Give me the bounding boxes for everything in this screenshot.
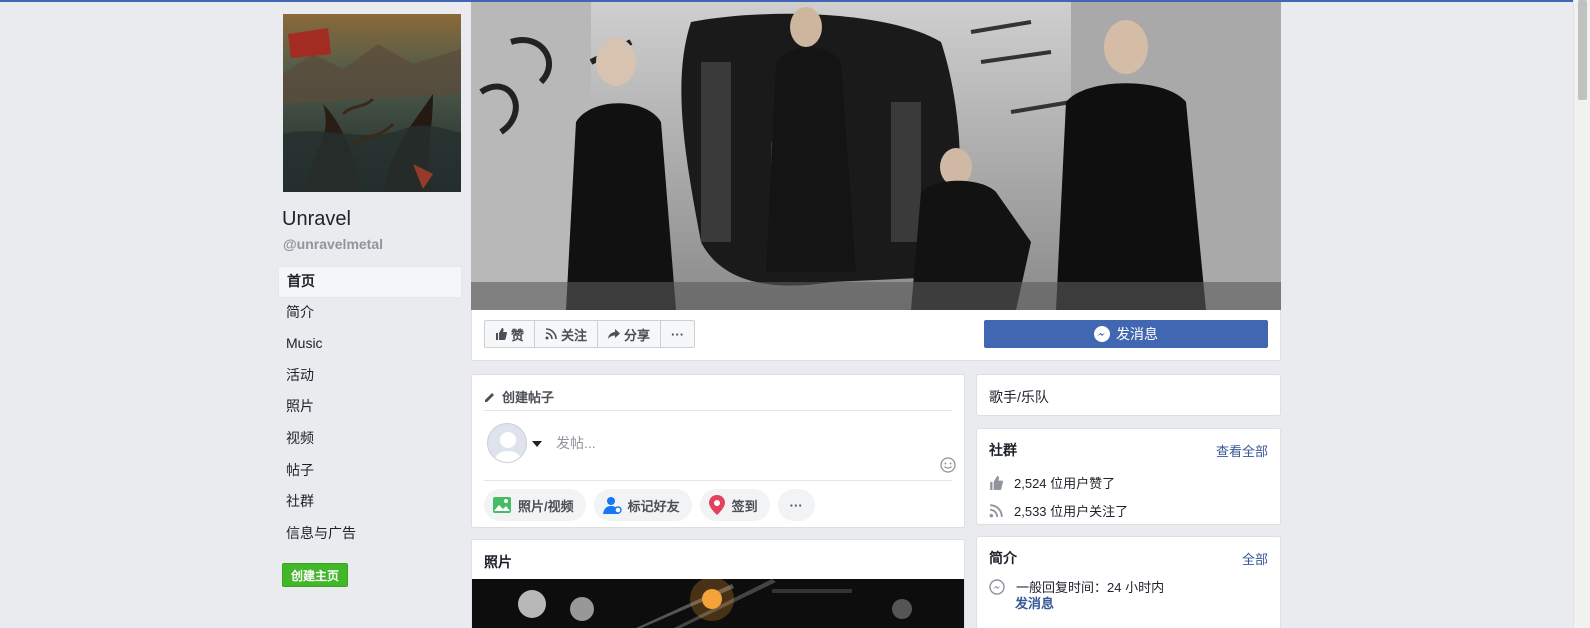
community-card: 社群 查看全部 2,524 位用户赞了 2,533 位用户关注了 [976,428,1281,525]
location-pin-icon [708,495,725,515]
more-dots-icon: ··· [789,497,803,513]
share-button[interactable]: 分享 [598,321,662,347]
follow-label: 关注 [561,327,588,343]
like-label: 赞 [511,327,525,343]
page-action-buttons: 赞 关注 分享 ··· [484,320,696,348]
share-arrow-icon [608,329,621,339]
tag-person-icon [602,497,622,514]
profile-picture[interactable] [283,14,461,192]
composer-actions: 照片/视频 标记好友 签到 ··· [484,489,815,521]
page-nav: 首页 简介 Music 活动 照片 视频 帖子 社群 信息与广告 [278,266,462,550]
category-card: 歌手/乐队 [976,374,1281,416]
share-label: 分享 [624,327,651,343]
about-card: 简介 全部 一般回复时间：24 小时内 发消息 [976,536,1281,628]
chevron-down-icon[interactable] [532,441,542,447]
messenger-icon [989,578,1005,595]
more-dots-icon: ··· [671,326,685,342]
about-all-link[interactable]: 全部 [1242,549,1268,568]
nav-item-videos[interactable]: 视频 [278,424,462,456]
page-category[interactable]: 歌手/乐队 [989,387,1049,407]
thumbs-up-icon [990,475,1003,490]
nav-item-about[interactable]: 简介 [278,298,462,330]
nav-item-posts[interactable]: 帖子 [278,456,462,488]
tag-friends-button[interactable]: 标记好友 [593,489,692,521]
see-all-link[interactable]: 查看全部 [1216,441,1268,460]
avatar [487,423,527,463]
follows-row: 2,533 位用户关注了 [989,501,1128,520]
create-post-title: 创建帖子 [502,390,555,405]
send-message-label: 发消息 [1116,326,1158,342]
follow-button[interactable]: 关注 [535,321,599,347]
divider [484,480,952,481]
pencil-icon [485,392,494,402]
likes-count: 2,524 位用户赞了 [1014,476,1116,491]
post-input[interactable]: 发帖... [556,433,596,453]
nav-item-music[interactable]: Music [278,329,462,361]
more-actions-button[interactable]: ··· [661,321,694,347]
photos-card: 照片 [471,539,965,628]
photo-video-label: 照片/视频 [518,498,574,514]
messenger-icon [1094,326,1110,342]
nav-item-home[interactable]: 首页 [278,266,462,298]
photo-video-button[interactable]: 照片/视频 [484,489,586,521]
page-name[interactable]: Unravel [282,208,351,231]
scrollbar-thumb[interactable] [1578,0,1587,100]
thumbs-up-icon [496,328,507,340]
likes-row: 2,524 位用户赞了 [989,473,1115,492]
page-scrollbar[interactable] [1573,0,1590,628]
rss-icon [989,503,1003,517]
like-button[interactable]: 赞 [485,321,536,347]
create-post-header[interactable]: 创建帖子 [484,383,952,411]
photos-title[interactable]: 照片 [484,552,512,572]
send-message-button[interactable]: 发消息 [984,320,1268,348]
create-page-button[interactable]: 创建主页 [282,563,349,587]
nav-item-info-ads[interactable]: 信息与广告 [278,519,462,551]
follows-count: 2,533 位用户关注了 [1014,504,1129,519]
nav-item-photos[interactable]: 照片 [278,392,462,424]
create-post-card: 创建帖子 发帖... 照片/视频 标记好友 签到 ··· [471,374,965,528]
cover-action-bar: 赞 关注 分享 ··· 发消息 [471,310,1281,361]
photo-thumbnail[interactable] [472,579,964,628]
composer-more-button[interactable]: ··· [777,489,815,521]
emoji-icon[interactable] [940,457,956,473]
rss-icon [545,328,557,340]
nav-item-community[interactable]: 社群 [278,487,462,519]
checkin-label: 签到 [731,498,758,514]
nav-item-events[interactable]: 活动 [278,361,462,393]
about-message-link[interactable]: 发消息 [1015,593,1054,612]
about-title: 简介 [989,550,1017,566]
tag-friends-label: 标记好友 [627,498,680,514]
photo-icon [493,497,511,513]
cover-photo[interactable] [471,2,1281,310]
checkin-button[interactable]: 签到 [699,489,770,521]
page-handle[interactable]: @unravelmetal [283,236,383,252]
community-title: 社群 [989,442,1017,458]
